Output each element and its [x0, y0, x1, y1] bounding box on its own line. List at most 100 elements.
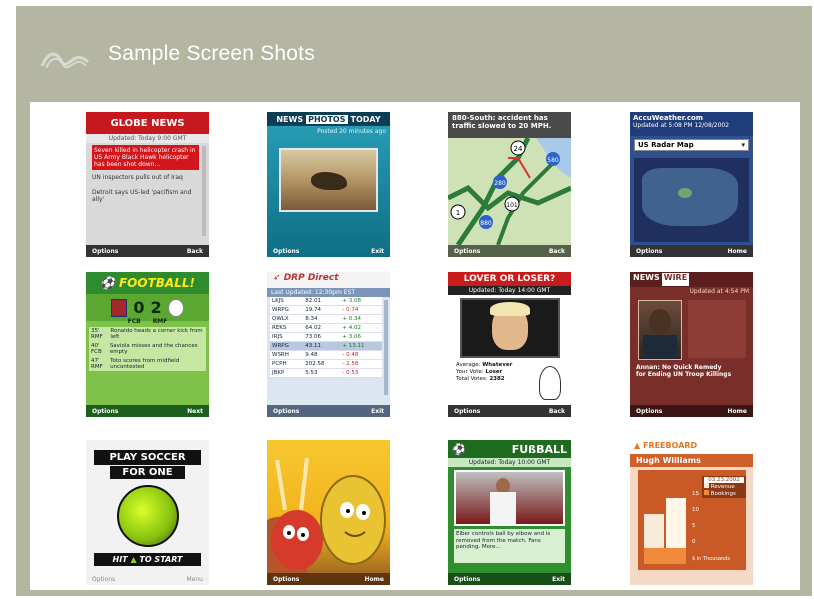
softkey-left[interactable]: Options: [636, 408, 662, 415]
scrollbar[interactable]: [202, 146, 206, 236]
brand-banner: ➶ DRP Direct: [267, 272, 390, 288]
softkey-bar: Options Exit: [267, 245, 390, 257]
news-item[interactable]: Detroit says US-led 'pacifism and ally': [92, 189, 199, 203]
quote-row[interactable]: PCPH 202.58- 2.58: [270, 359, 382, 369]
quote-row[interactable]: JBKP 5.53- 0.53: [270, 368, 382, 378]
screenshot-freeboard[interactable]: ▲ FREEBOARD Hugh Williams 15 10 5 0 03.2…: [630, 440, 753, 585]
softkey-right[interactable]: Exit: [371, 248, 384, 255]
softkey-bar: Options Home: [630, 405, 753, 417]
start-prompt[interactable]: HIT ▲ TO START: [94, 553, 201, 566]
brand-banner: ⚽ FUßBALL: [448, 440, 571, 458]
ticker-cell: WRPG: [270, 305, 304, 315]
updated-text: Updated: Today 10:00 GMT: [448, 458, 571, 467]
axis-value: 10: [692, 507, 699, 513]
price-cell: 5.53: [303, 368, 341, 378]
traffic-map[interactable]: 24 280 580 101 880 1: [448, 138, 571, 245]
brand-banner: GLOBE NEWS: [86, 112, 209, 134]
news-photo: [279, 148, 378, 212]
ticker-cell: WSRH: [270, 350, 304, 360]
news-caption[interactable]: Elber controls ball by elbow and is remo…: [454, 529, 565, 563]
brand-word: WIRE: [661, 273, 690, 286]
softkey-right[interactable]: Exit: [371, 408, 384, 415]
softkey-left[interactable]: Options: [273, 408, 299, 415]
page-header: Sample Screen Shots: [16, 6, 812, 101]
quote-row[interactable]: IRJS 73.06 + 3.06: [270, 332, 382, 342]
softkey-bar: Options Home: [630, 245, 753, 257]
event-row: 35' RMF Ronaldo heads a corner kick from …: [91, 328, 204, 340]
screenshot-drp-direct[interactable]: ➶ DRP Direct Last Updated: 12:30pm EST L…: [267, 272, 390, 417]
scrollbar[interactable]: [384, 300, 388, 395]
softkey-right[interactable]: Home: [728, 408, 747, 415]
brand-banner: NEWS PHOTOS TODAY: [267, 112, 390, 126]
updated-text: Updated at 4:54 PM: [689, 288, 749, 295]
screenshot-lover-or-loser[interactable]: LOVER OR LOSER? Updated: Today 14:00 GMT…: [448, 272, 571, 417]
axis-value: 0: [692, 539, 696, 545]
celebrity-photo: [459, 298, 560, 358]
screenshot-football[interactable]: ⚽ FOOTBALL! 0 2 FCB RMF 35' RMF Ronaldo h…: [86, 272, 209, 417]
brand-banner: AccuWeather.com Updated at 5:08 PM 12/08…: [630, 112, 753, 136]
updated-text: Updated: Today 14:00 GMT: [448, 286, 571, 295]
news-item[interactable]: UN inspectors pulls out of Iraq: [92, 174, 199, 181]
pattern-panel: [688, 300, 746, 358]
softkey-right[interactable]: Back: [549, 408, 565, 415]
mountain-outline-icon: [40, 52, 90, 69]
softkey-left[interactable]: Options: [454, 576, 480, 583]
quote-row[interactable]: REKS 64.02 + 4.02: [270, 323, 382, 333]
softkey-right[interactable]: Back: [549, 248, 565, 255]
softkey-right[interactable]: Exit: [552, 576, 565, 583]
screenshot-news-photos[interactable]: NEWS PHOTOS TODAY Posted 20 minutes ago …: [267, 112, 390, 257]
subtitle: Posted 20 minutes ago: [317, 128, 386, 135]
quote-row[interactable]: LKJS 82.01 + 3.08: [270, 297, 382, 306]
news-caption[interactable]: Annan: No Quick Remedy for Ending UN Tro…: [636, 364, 732, 378]
soccer-ball-icon: ⚽: [100, 276, 115, 290]
screenshot-fussball[interactable]: ⚽ FUßBALL Updated: Today 10:00 GMT Elber…: [448, 440, 571, 585]
screenshot-accuweather[interactable]: AccuWeather.com Updated at 5:08 PM 12/08…: [630, 112, 753, 257]
softkey-left[interactable]: Options: [92, 248, 118, 255]
softkey-bar: Options Exit: [448, 573, 571, 585]
road-label: 880: [480, 220, 492, 227]
screenshot-globe-news[interactable]: GLOBE NEWS Updated: Today 9:00 GMT Seven…: [86, 112, 209, 257]
quote-row[interactable]: QWLX 8.34 + 0.34: [270, 314, 382, 324]
screenshot-traffic-map[interactable]: 880-South: accident has traffic slowed t…: [448, 112, 571, 257]
softkey-right[interactable]: Menu: [187, 576, 203, 583]
softkey-left[interactable]: Options: [454, 408, 480, 415]
screenshot-cartoon-game[interactable]: Options Home: [267, 440, 390, 585]
road-label: 101: [506, 202, 518, 209]
event-text: Toto scores from midfield uncontested: [110, 358, 180, 370]
axis-unit: $ in Thousands: [692, 556, 730, 562]
screenshot-news-wire[interactable]: NEWS WIRE Updated at 4:54 PM Annan: No Q…: [630, 272, 753, 417]
your-vote-value: Loser: [485, 369, 503, 375]
softkey-left[interactable]: Options: [454, 248, 480, 255]
softkey-left[interactable]: Options: [273, 248, 299, 255]
softkey-right[interactable]: Next: [187, 408, 203, 415]
soccer-ball-icon: ⚽: [452, 442, 466, 456]
quote-row[interactable]: WRPG 19.74- 0.74: [270, 305, 382, 315]
softkey-left[interactable]: Options: [92, 408, 118, 415]
screenshot-play-soccer[interactable]: PLAY SOCCER FOR ONE HIT ▲ TO START Optio…: [86, 440, 209, 585]
updated-text: Updated: Today 9:00 GMT: [86, 134, 209, 143]
brand-title: FREEBOARD: [642, 441, 698, 450]
change-cell: + 4.02: [340, 323, 382, 333]
quote-row[interactable]: WSRH 9.48- 0.48: [270, 350, 382, 360]
news-item-selected[interactable]: Seven killed in helicopter crash in US A…: [92, 145, 199, 170]
quote-row[interactable]: WRPG 43.11 + 13.11: [270, 341, 382, 351]
total-votes-label: Total Votes:: [456, 376, 488, 382]
legend-item: Bookings: [710, 491, 736, 497]
softkey-right[interactable]: Home: [728, 248, 747, 255]
softkey-bar: Options Menu: [86, 573, 209, 585]
radar-map-select[interactable]: US Radar Map ▾: [634, 139, 749, 151]
softkey-right[interactable]: Back: [187, 248, 203, 255]
change-cell: - 0.74: [340, 305, 382, 315]
to-start-label: TO START: [139, 555, 183, 564]
match-events: 35' RMF Ronaldo heads a corner kick from …: [89, 327, 206, 371]
price-cell: 73.06: [303, 332, 341, 342]
softkey-bar: Options Exit: [267, 405, 390, 417]
softkey-right[interactable]: Home: [365, 576, 384, 583]
softkey-left[interactable]: Options: [273, 576, 299, 583]
ticker-cell: REKS: [270, 323, 304, 333]
softkey-left[interactable]: Options: [636, 248, 662, 255]
softkey-left[interactable]: Options: [92, 576, 115, 583]
event-row: 47' RMF Toto scores from midfield unconte…: [91, 358, 204, 370]
road-label: 280: [494, 180, 506, 187]
event-team: RMF: [91, 364, 103, 370]
